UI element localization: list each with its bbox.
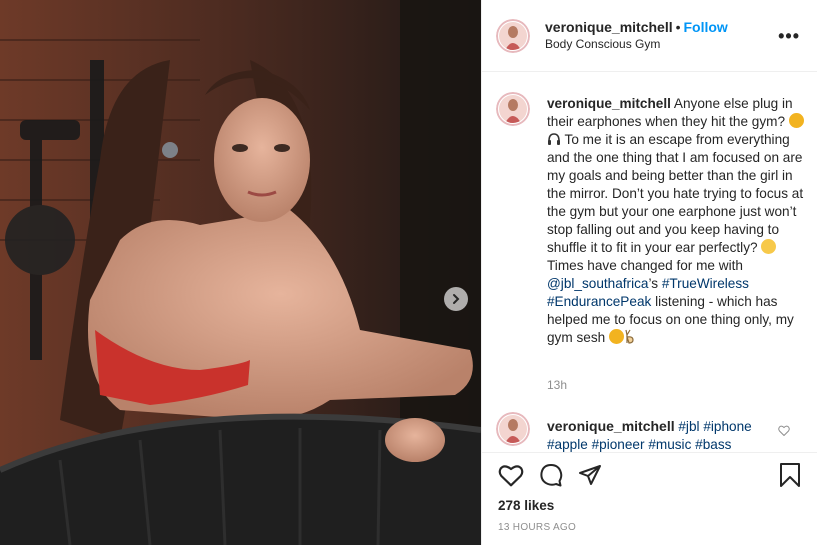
avatar[interactable] <box>496 19 530 53</box>
star-struck-emoji-icon <box>788 113 804 129</box>
victory-hand-emoji-icon <box>624 329 636 345</box>
more-icon[interactable]: ••• <box>778 26 800 47</box>
post-timestamp[interactable]: 13 HOURS AGO <box>498 522 576 533</box>
rolling-eyes-emoji-icon <box>761 239 777 255</box>
post-photo[interactable] <box>0 0 481 545</box>
post-panel: veronique_mitchell • Follow Body Conscious… <box>481 0 817 545</box>
location-link[interactable]: Body Conscious Gym <box>545 37 660 51</box>
star-struck-emoji-icon <box>608 329 624 345</box>
header-username[interactable]: veronique_mitchell <box>545 19 673 35</box>
hashtag-link[interactable]: #TrueWireless <box>662 276 749 291</box>
separator-dot: • <box>675 19 681 35</box>
post-header: veronique_mitchell • Follow Body Conscious… <box>482 0 817 72</box>
hashtag-link[interactable]: #bass <box>695 437 731 452</box>
comment-avatar[interactable] <box>496 412 530 446</box>
comment-like-icon[interactable] <box>778 423 790 441</box>
header-user-line: veronique_mitchell • Follow <box>545 19 728 35</box>
post-actions: 278 likes 13 HOURS AGO <box>482 452 817 545</box>
likes-count[interactable]: 278 likes <box>498 498 554 513</box>
hashtag-link[interactable]: #iphone <box>703 419 751 434</box>
chevron-right-icon <box>450 293 462 305</box>
caption-part2: To me it is an escape from everything an… <box>547 132 804 255</box>
paper-plane-icon[interactable] <box>578 463 602 492</box>
comment-text: veronique_mitchell #jbl #iphone #apple #… <box>547 417 757 452</box>
hashtag-link[interactable]: #apple <box>547 437 588 452</box>
headphones-emoji-icon <box>547 132 561 147</box>
next-photo-button[interactable] <box>444 287 468 311</box>
caption-text: veronique_mitchell Anyone else plug in t… <box>547 95 805 347</box>
hashtag-link[interactable]: #music <box>648 437 691 452</box>
comments-area: veronique_mitchell Anyone else plug in t… <box>482 72 817 452</box>
mention-link[interactable]: @jbl_southafrica <box>547 276 648 291</box>
hashtag-link[interactable]: #jbl <box>678 419 699 434</box>
caption-username[interactable]: veronique_mitchell <box>547 96 671 111</box>
caption-part4: ’s <box>648 276 662 291</box>
comment-icon[interactable] <box>538 463 564 492</box>
follow-button[interactable]: Follow <box>684 19 728 35</box>
caption-avatar[interactable] <box>496 92 530 126</box>
hashtag-link[interactable]: #pioneer <box>592 437 645 452</box>
bookmark-icon[interactable] <box>779 463 801 492</box>
heart-icon[interactable] <box>498 463 524 492</box>
caption-part3: Times have changed for me with <box>547 258 743 273</box>
caption-time[interactable]: 13h <box>547 378 567 392</box>
hashtag-link[interactable]: #EndurancePeak <box>547 294 651 309</box>
comment-username[interactable]: veronique_mitchell <box>547 418 675 434</box>
